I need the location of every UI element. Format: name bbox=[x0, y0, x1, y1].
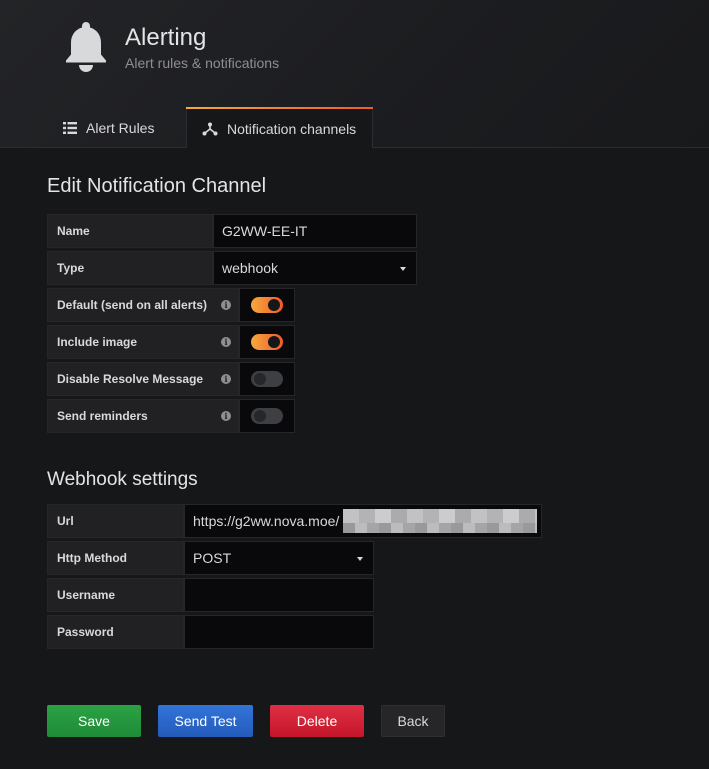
toggle-knob bbox=[268, 336, 280, 348]
http-method-select[interactable]: POST bbox=[184, 541, 374, 575]
url-value: https://g2ww.nova.moe/ bbox=[193, 513, 340, 529]
info-icon[interactable]: i bbox=[221, 300, 231, 310]
name-label: Name bbox=[47, 214, 213, 248]
caret-down-icon bbox=[357, 557, 363, 561]
default-row: Default (send on all alerts) i bbox=[47, 288, 295, 322]
delete-button[interactable]: Delete bbox=[270, 705, 364, 737]
password-row: Password bbox=[47, 615, 374, 649]
caret-down-icon bbox=[400, 267, 406, 271]
edit-channel-title: Edit Notification Channel bbox=[47, 175, 267, 197]
channels-icon bbox=[202, 122, 218, 135]
type-select[interactable]: webhook bbox=[213, 251, 417, 285]
include-image-label-text: Include image bbox=[57, 335, 138, 349]
toggle-knob bbox=[268, 299, 280, 311]
http-method-row: Http Method POST bbox=[47, 541, 374, 575]
webhook-settings-title: Webhook settings bbox=[47, 469, 198, 490]
toggle-knob bbox=[254, 373, 266, 385]
toggle-knob bbox=[254, 410, 266, 422]
bell-icon bbox=[66, 22, 106, 72]
http-method-value: POST bbox=[193, 550, 232, 566]
send-reminders-label-text: Send reminders bbox=[57, 409, 148, 423]
disable-resolve-row: Disable Resolve Message i bbox=[47, 362, 295, 396]
back-button[interactable]: Back bbox=[381, 705, 445, 737]
disable-resolve-toggle[interactable] bbox=[251, 371, 283, 387]
info-icon[interactable]: i bbox=[221, 337, 231, 347]
url-input[interactable]: https://g2ww.nova.moe/ bbox=[184, 504, 542, 538]
info-icon[interactable]: i bbox=[221, 411, 231, 421]
type-select-value: webhook bbox=[222, 260, 279, 276]
disable-resolve-switch-box bbox=[239, 362, 295, 396]
list-icon bbox=[63, 121, 77, 134]
tab-label: Alert Rules bbox=[86, 119, 155, 136]
tab-alert-rules[interactable]: Alert Rules bbox=[48, 107, 169, 148]
url-row: Url https://g2ww.nova.moe/ bbox=[47, 504, 542, 538]
default-label-text: Default (send on all alerts) bbox=[57, 298, 208, 312]
tab-notification-channels[interactable]: Notification channels bbox=[186, 107, 373, 148]
save-button[interactable]: Save bbox=[47, 705, 141, 737]
default-switch-box bbox=[239, 288, 295, 322]
page-subtitle: Alert rules & notifications bbox=[125, 55, 280, 71]
disable-resolve-label-text: Disable Resolve Message bbox=[57, 372, 204, 386]
username-label: Username bbox=[47, 578, 184, 612]
include-image-row: Include image i bbox=[47, 325, 295, 359]
send-reminders-toggle[interactable] bbox=[251, 408, 283, 424]
username-input[interactable] bbox=[184, 578, 374, 612]
password-input[interactable] bbox=[184, 615, 374, 649]
send-reminders-switch-box bbox=[239, 399, 295, 433]
send-test-button[interactable]: Send Test bbox=[158, 705, 253, 737]
default-label: Default (send on all alerts) i bbox=[47, 288, 239, 322]
redacted-url-blur bbox=[343, 509, 537, 533]
http-method-label: Http Method bbox=[47, 541, 184, 575]
username-row: Username bbox=[47, 578, 374, 612]
type-row: Type webhook bbox=[47, 251, 417, 285]
page-header: Alerting Alert rules & notifications Ale… bbox=[0, 0, 709, 148]
type-label: Type bbox=[47, 251, 213, 285]
include-image-switch-box bbox=[239, 325, 295, 359]
send-reminders-label: Send reminders i bbox=[47, 399, 239, 433]
url-label: Url bbox=[47, 504, 184, 538]
tab-label: Notification channels bbox=[227, 120, 357, 137]
include-image-toggle[interactable] bbox=[251, 334, 283, 350]
send-reminders-row: Send reminders i bbox=[47, 399, 295, 433]
disable-resolve-label: Disable Resolve Message i bbox=[47, 362, 239, 396]
name-row: Name G2WW-EE-IT bbox=[47, 214, 417, 248]
default-toggle[interactable] bbox=[251, 297, 283, 313]
password-label: Password bbox=[47, 615, 184, 649]
info-icon[interactable]: i bbox=[221, 374, 231, 384]
name-input[interactable]: G2WW-EE-IT bbox=[213, 214, 417, 248]
include-image-label: Include image i bbox=[47, 325, 239, 359]
page-title: Alerting bbox=[125, 24, 207, 51]
